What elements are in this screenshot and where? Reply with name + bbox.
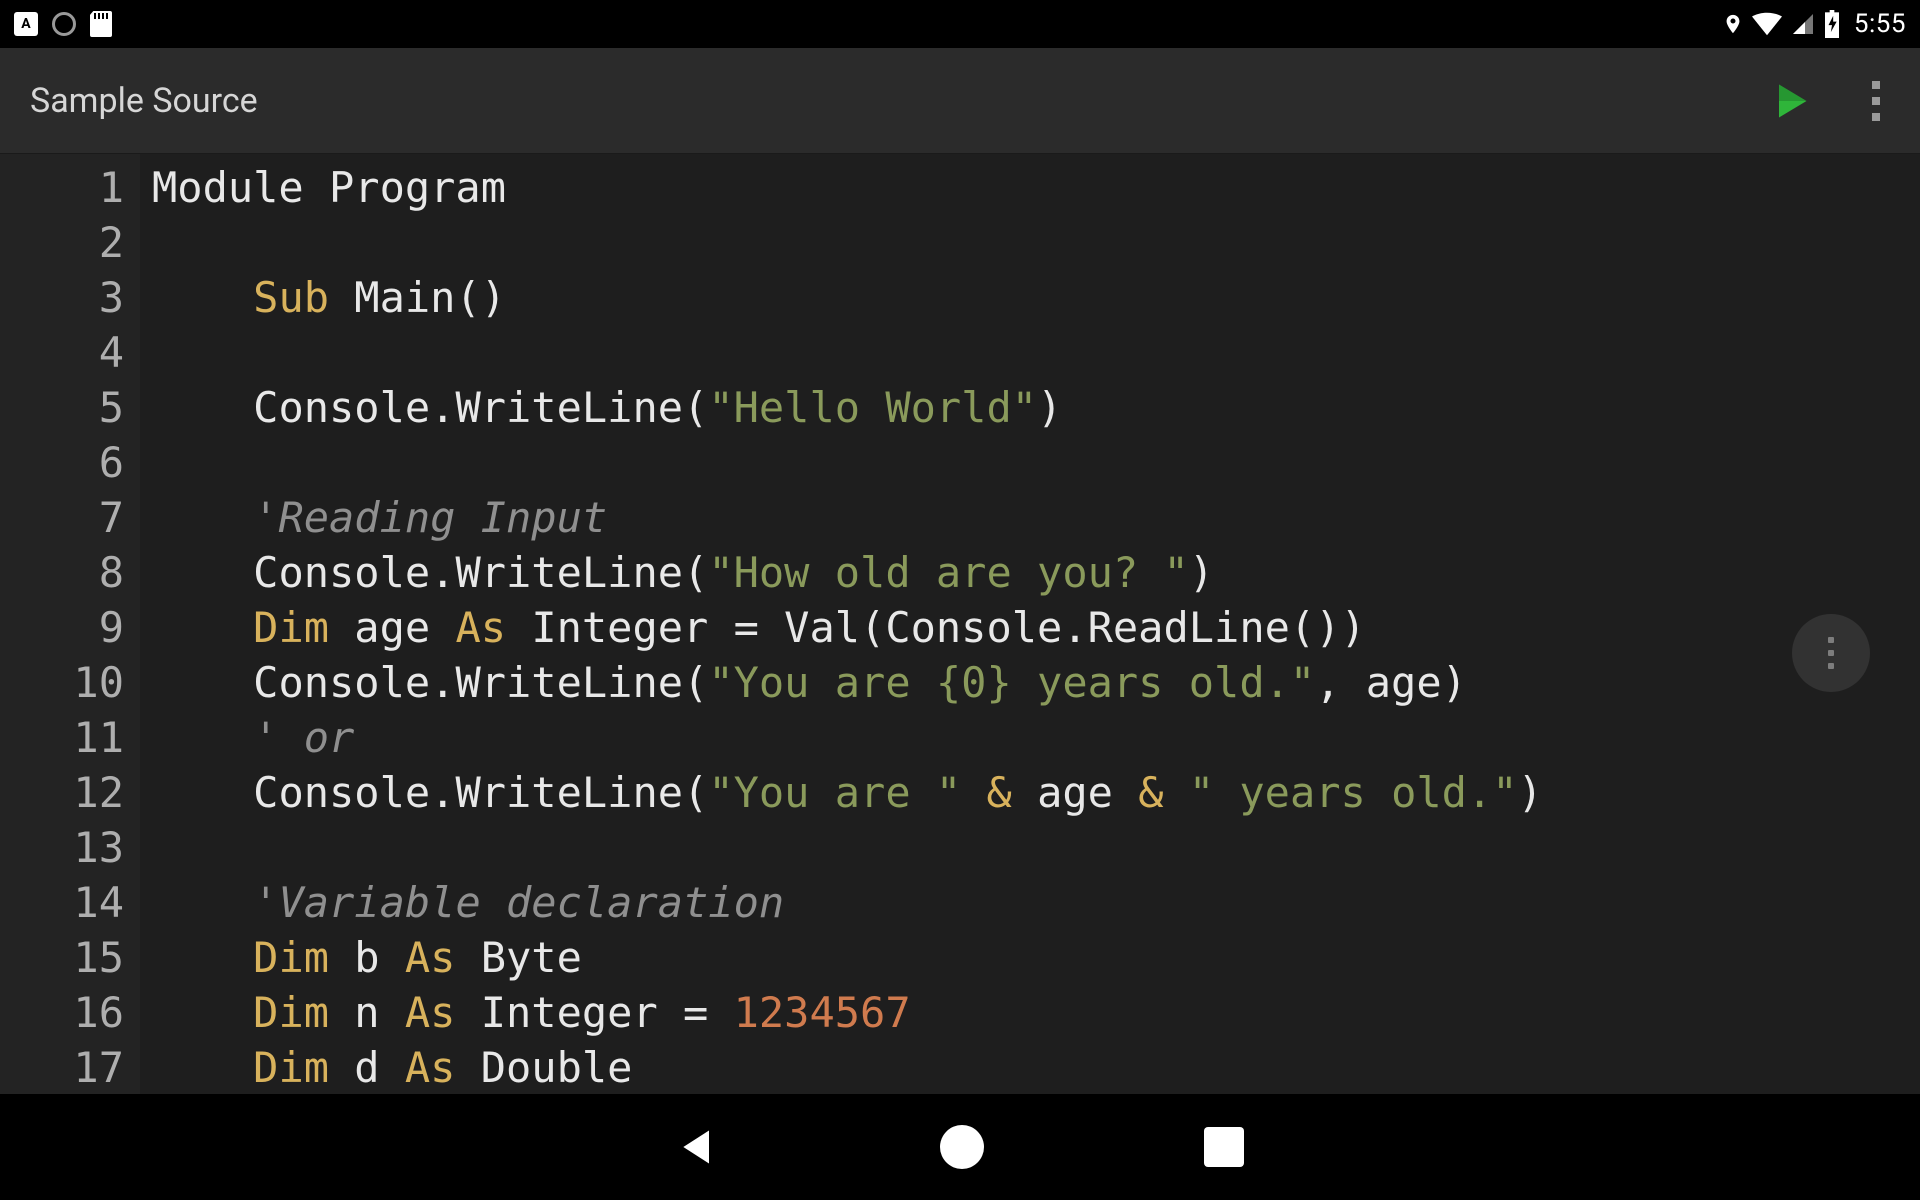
line-number: 7: [0, 490, 124, 545]
overflow-menu-button[interactable]: [1872, 81, 1880, 121]
navigation-bar: [0, 1094, 1920, 1200]
line-number: 6: [0, 435, 124, 490]
play-icon: [1768, 79, 1812, 123]
dot-icon: [1872, 97, 1880, 105]
status-right-group: 5:55: [1722, 9, 1906, 39]
dot-icon: [1872, 113, 1880, 121]
status-clock: 5:55: [1854, 9, 1906, 39]
line-number: 13: [0, 820, 124, 875]
line-number: 14: [0, 875, 124, 930]
code-line[interactable]: Dim b As Byte: [152, 930, 1920, 985]
code-editor[interactable]: 1234567891011121314151617 Module Program…: [0, 154, 1920, 1094]
code-line[interactable]: Dim age As Integer = Val(Console.ReadLin…: [152, 600, 1920, 655]
cell-signal-icon: [1790, 12, 1816, 36]
code-line[interactable]: Dim d As Double: [152, 1040, 1920, 1094]
dot-icon: [1828, 637, 1834, 643]
code-line[interactable]: Module Program: [152, 160, 1920, 215]
dot-icon: [1828, 663, 1834, 669]
line-number: 8: [0, 545, 124, 600]
code-line[interactable]: 'Reading Input: [152, 490, 1920, 545]
code-line[interactable]: [152, 215, 1920, 270]
run-button[interactable]: [1768, 79, 1812, 123]
record-icon: [52, 12, 76, 36]
line-number: 1: [0, 160, 124, 215]
app-bar: Sample Source: [0, 48, 1920, 154]
line-number: 4: [0, 325, 124, 380]
line-number: 9: [0, 600, 124, 655]
code-line[interactable]: Dim n As Integer = 1234567: [152, 985, 1920, 1040]
line-number: 2: [0, 215, 124, 270]
code-line[interactable]: Console.WriteLine("How old are you? "): [152, 545, 1920, 600]
line-number: 17: [0, 1040, 124, 1094]
triangle-back-icon: [676, 1125, 720, 1169]
battery-charging-icon: [1824, 10, 1840, 38]
editor-overflow-button[interactable]: [1792, 614, 1870, 692]
line-number: 11: [0, 710, 124, 765]
location-icon: [1722, 10, 1744, 38]
app-bar-actions: [1768, 79, 1890, 123]
status-bar: A 5:55: [0, 0, 1920, 48]
code-line[interactable]: Sub Main(): [152, 270, 1920, 325]
nav-recent-button[interactable]: [1204, 1127, 1244, 1167]
sd-card-icon: [90, 11, 112, 37]
line-number-gutter: 1234567891011121314151617: [0, 154, 140, 1094]
status-left-group: A: [14, 11, 112, 37]
code-line[interactable]: Console.WriteLine("Hello World"): [152, 380, 1920, 435]
line-number: 5: [0, 380, 124, 435]
code-area[interactable]: Module Program Sub Main() Console.WriteL…: [140, 154, 1920, 1094]
dot-icon: [1872, 81, 1880, 89]
line-number: 3: [0, 270, 124, 325]
code-line[interactable]: Console.WriteLine("You are {0} years old…: [152, 655, 1920, 710]
code-line[interactable]: [152, 435, 1920, 490]
code-line[interactable]: [152, 820, 1920, 875]
nav-back-button[interactable]: [676, 1125, 720, 1169]
wifi-icon: [1752, 12, 1782, 36]
code-line[interactable]: [152, 325, 1920, 380]
code-line[interactable]: 'Variable declaration: [152, 875, 1920, 930]
line-number: 16: [0, 985, 124, 1040]
keyboard-app-icon: A: [14, 12, 38, 36]
line-number: 10: [0, 655, 124, 710]
dot-icon: [1828, 650, 1834, 656]
line-number: 15: [0, 930, 124, 985]
line-number: 12: [0, 765, 124, 820]
code-line[interactable]: Console.WriteLine("You are " & age & " y…: [152, 765, 1920, 820]
nav-home-button[interactable]: [940, 1125, 984, 1169]
code-line[interactable]: ' or: [152, 710, 1920, 765]
app-title: Sample Source: [30, 81, 258, 121]
